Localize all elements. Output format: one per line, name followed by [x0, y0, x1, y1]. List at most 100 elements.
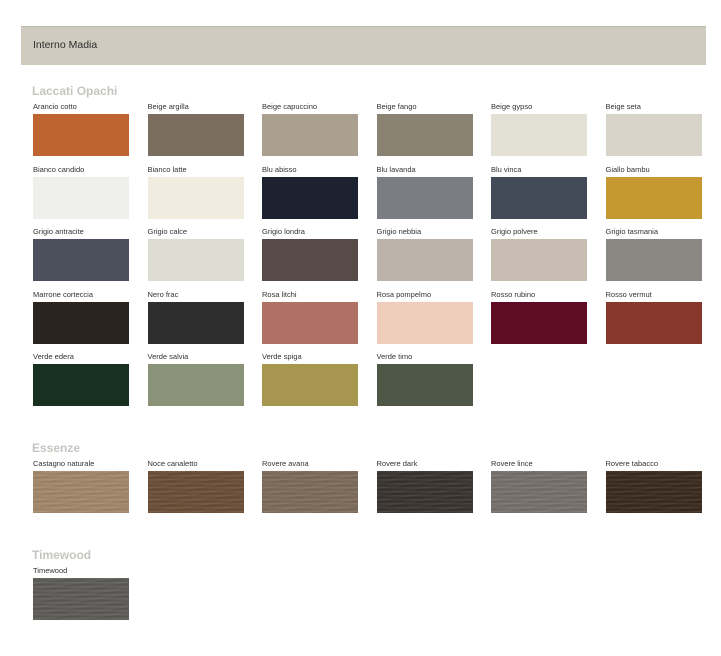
color-chip[interactable] — [491, 471, 587, 513]
swatch-item[interactable]: Grigio londra — [262, 227, 358, 281]
swatch-item[interactable]: Grigio antracite — [33, 227, 129, 281]
swatch-item[interactable]: Rovere dark — [376, 459, 473, 513]
swatch-item[interactable]: Beige capuccino — [262, 102, 358, 156]
color-chip[interactable] — [262, 364, 358, 406]
swatch-item[interactable]: Castagno naturale — [33, 459, 129, 513]
color-chip[interactable] — [33, 301, 129, 344]
swatch-label: Grigio tasmania — [605, 227, 659, 236]
swatch-item[interactable]: Grigio tasmania — [605, 227, 702, 281]
color-chip[interactable] — [376, 176, 473, 219]
swatch-item[interactable]: Grigio nebbia — [376, 227, 473, 281]
swatch-item[interactable]: Grigio calce — [147, 227, 244, 281]
swatch-label: Bianco candido — [33, 164, 85, 174]
section-laccati-opachi: Laccati Opachi Arancio cotto Beige argill… — [32, 82, 713, 415]
swatch-item[interactable]: Rovere avana — [262, 459, 358, 513]
header-bar: Interno Madia — [21, 26, 706, 65]
section-title: Timewood — [32, 548, 92, 562]
color-chip[interactable] — [605, 114, 702, 156]
color-chip[interactable] — [491, 114, 587, 156]
swatch-item[interactable]: Verde spiga — [262, 352, 358, 406]
swatch-item[interactable]: Nero frac — [147, 290, 244, 344]
swatch-item[interactable]: Timewood — [33, 566, 129, 620]
color-chip[interactable] — [33, 364, 129, 406]
swatch-item[interactable]: Bianco candido — [33, 165, 129, 219]
swatch-item[interactable]: Verde timo — [376, 352, 473, 406]
color-chip[interactable] — [376, 471, 473, 513]
color-chip[interactable] — [147, 239, 244, 281]
swatch-label: Rosso rubino — [491, 289, 536, 299]
color-chip[interactable] — [605, 239, 702, 281]
color-chip[interactable] — [33, 239, 129, 281]
color-chip[interactable] — [376, 239, 473, 281]
swatch-label: Timewood — [33, 566, 68, 575]
swatch-item[interactable]: Blu vinca — [491, 165, 587, 219]
swatch-label: Castagno naturale — [33, 459, 95, 468]
swatch-item[interactable]: Rosa pompelmo — [376, 289, 473, 344]
color-chip[interactable] — [262, 471, 358, 513]
color-chip[interactable] — [147, 114, 244, 156]
swatch-item[interactable]: Arancio cotto — [33, 102, 129, 156]
color-chip[interactable] — [605, 301, 702, 344]
section-timewood: Timewood Timewood — [32, 546, 713, 629]
swatch-label: Beige gypso — [491, 102, 533, 111]
swatch-label: Rovere avana — [262, 459, 309, 468]
swatch-grid: Timewood — [33, 566, 713, 629]
swatch-item[interactable]: Rosso rubino — [491, 290, 587, 344]
color-chip[interactable] — [33, 114, 129, 156]
swatch-label: Rosso vermut — [605, 289, 652, 299]
section-title: Laccati Opachi — [32, 84, 118, 98]
swatch-label: Blu vinca — [491, 164, 522, 174]
color-chip[interactable] — [262, 301, 358, 344]
swatch-item[interactable]: Beige fango — [376, 102, 473, 156]
swatch-item[interactable]: Bianco latte — [147, 165, 244, 219]
swatch-item[interactable]: Marrone corteccia — [33, 290, 129, 344]
color-chip[interactable] — [262, 176, 358, 219]
swatch-item[interactable]: Blu abisso — [262, 165, 358, 219]
swatch-label: Rovere tabacco — [605, 459, 659, 468]
page-title: Interno Madia — [33, 39, 98, 51]
swatch-label: Rovere dark — [376, 459, 418, 468]
swatch-label: Grigio antracite — [33, 227, 84, 236]
color-chip[interactable] — [491, 301, 587, 344]
color-chip[interactable] — [147, 301, 244, 344]
swatch-label: Rosa pompelmo — [376, 289, 432, 299]
swatch-label: Grigio calce — [147, 227, 188, 236]
swatch-item[interactable]: Grigio polvere — [491, 227, 587, 281]
swatch-item[interactable]: Verde salvia — [147, 352, 244, 406]
color-chip[interactable] — [376, 114, 473, 156]
color-chip[interactable] — [147, 364, 244, 406]
swatch-item[interactable]: Beige argilla — [147, 102, 244, 156]
swatch-label: Noce canaletto — [147, 459, 198, 468]
color-chip[interactable] — [147, 471, 244, 513]
color-chip[interactable] — [262, 239, 358, 281]
swatch-item[interactable]: Beige seta — [605, 102, 702, 156]
color-chip[interactable] — [491, 239, 587, 281]
color-chip[interactable] — [376, 364, 473, 406]
swatch-label: Verde timo — [376, 352, 413, 361]
swatch-label: Blu lavanda — [376, 164, 416, 174]
swatch-label: Grigio nebbia — [376, 227, 422, 236]
swatch-label: Beige argilla — [147, 102, 189, 111]
swatch-item[interactable]: Rosso vermut — [605, 289, 702, 344]
color-chip[interactable] — [33, 578, 129, 620]
color-chip[interactable] — [605, 176, 702, 219]
swatch-item[interactable]: Rovere tabacco — [605, 459, 702, 513]
swatch-label: Beige fango — [376, 102, 417, 111]
color-chip[interactable] — [147, 176, 244, 219]
color-chip[interactable] — [33, 471, 129, 513]
swatch-item[interactable]: Verde edera — [33, 352, 129, 406]
swatch-label: Verde spiga — [262, 352, 302, 361]
color-chip[interactable] — [491, 176, 587, 219]
swatch-item[interactable]: Blu lavanda — [376, 164, 473, 219]
swatch-item[interactable]: Beige gypso — [491, 102, 587, 156]
swatch-item[interactable]: Giallo bambu — [605, 165, 702, 219]
color-chip[interactable] — [376, 301, 473, 344]
swatch-item[interactable]: Noce canaletto — [147, 459, 244, 513]
swatch-label: Grigio polvere — [491, 227, 538, 236]
color-chip[interactable] — [262, 114, 358, 156]
color-chip[interactable] — [33, 176, 129, 219]
color-chip[interactable] — [605, 471, 702, 513]
swatch-item[interactable]: Rovere lince — [491, 459, 587, 513]
swatch-item[interactable]: Rosa litchi — [262, 290, 358, 344]
swatch-label: Rovere lince — [491, 459, 533, 468]
